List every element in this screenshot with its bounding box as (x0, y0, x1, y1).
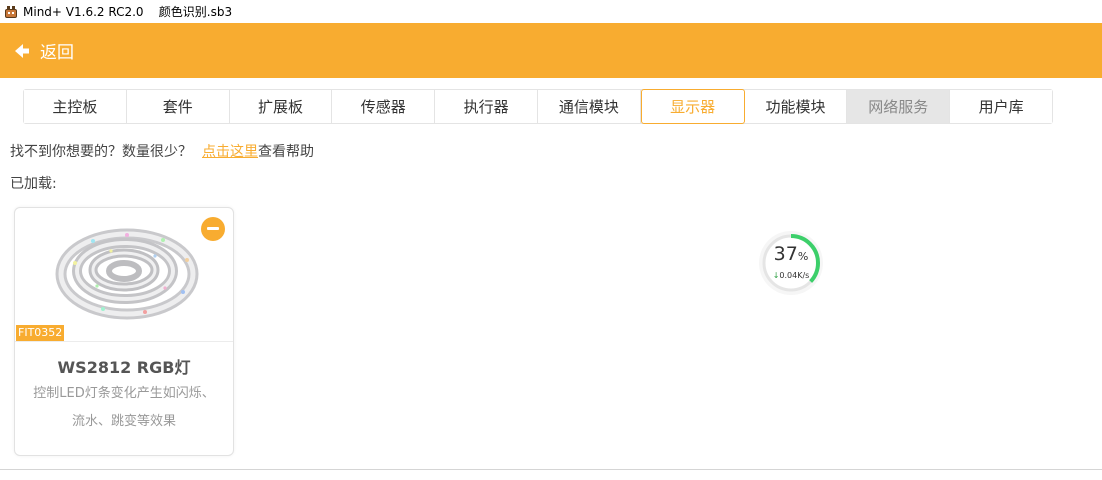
window-titlebar: Mind+ V1.6.2 RC2.0 颜色识别.sb3 (0, 0, 1102, 23)
help-text: 找不到你想要的？数量很少？ 点击这里查看帮助 (10, 141, 314, 161)
card-description-line: 流水、跳变等效果 (71, 414, 176, 429)
card-description: 控制LED灯条变化产生如闪烁、 流水、跳变等效果 (23, 380, 225, 436)
top-header: 返回 (0, 23, 1102, 78)
window-title: Mind+ V1.6.2 RC2.0 颜色识别.sb3 (23, 5, 233, 19)
extension-card[interactable]: FIT0352 WS2812 RGB灯 控制LED灯条变化产生如闪烁、 流水、跳… (14, 207, 234, 456)
category-tabs: 主控板 套件 扩展板 传感器 执行器 通信模块 显示器 功能模块 网络服务 用户… (23, 89, 1053, 124)
help-link[interactable]: 点击这里 (202, 144, 258, 160)
tab-mainboard[interactable]: 主控板 (24, 90, 127, 123)
card-description-line: 控制LED灯条变化产生如闪烁、 (33, 386, 215, 401)
help-prefix: 找不到你想要的？数量很少？ (10, 144, 192, 160)
tab-user-library[interactable]: 用户库 (950, 90, 1052, 123)
progress-percent: 37% (773, 243, 809, 265)
remove-icon[interactable] (201, 217, 225, 241)
back-button-label: 返回 (40, 43, 74, 63)
tab-communication[interactable]: 通信模块 (537, 90, 641, 123)
help-suffix: 查看帮助 (258, 144, 314, 160)
bottom-divider (0, 469, 1102, 470)
download-speed: ↓0.04K/s (772, 271, 810, 280)
tab-display[interactable]: 显示器 (640, 89, 745, 124)
tab-sensors[interactable]: 传感器 (332, 90, 436, 123)
tab-kits[interactable]: 套件 (126, 90, 230, 123)
product-sku-badge: FIT0352 (16, 325, 65, 341)
tab-function-modules[interactable]: 功能模块 (744, 90, 848, 123)
arrow-left-icon (15, 43, 29, 58)
back-button[interactable]: 返回 (12, 38, 74, 63)
tab-network-services[interactable]: 网络服务 (847, 90, 951, 123)
download-progress-widget: 37% ↓0.04K/s (757, 229, 825, 297)
mind-plus-app-icon (4, 5, 18, 19)
card-title: WS2812 RGB灯 (57, 358, 191, 377)
tab-expansion-board[interactable]: 扩展板 (229, 90, 333, 123)
loaded-label: 已加载: (10, 176, 57, 192)
tab-actuators[interactable]: 执行器 (435, 90, 538, 123)
